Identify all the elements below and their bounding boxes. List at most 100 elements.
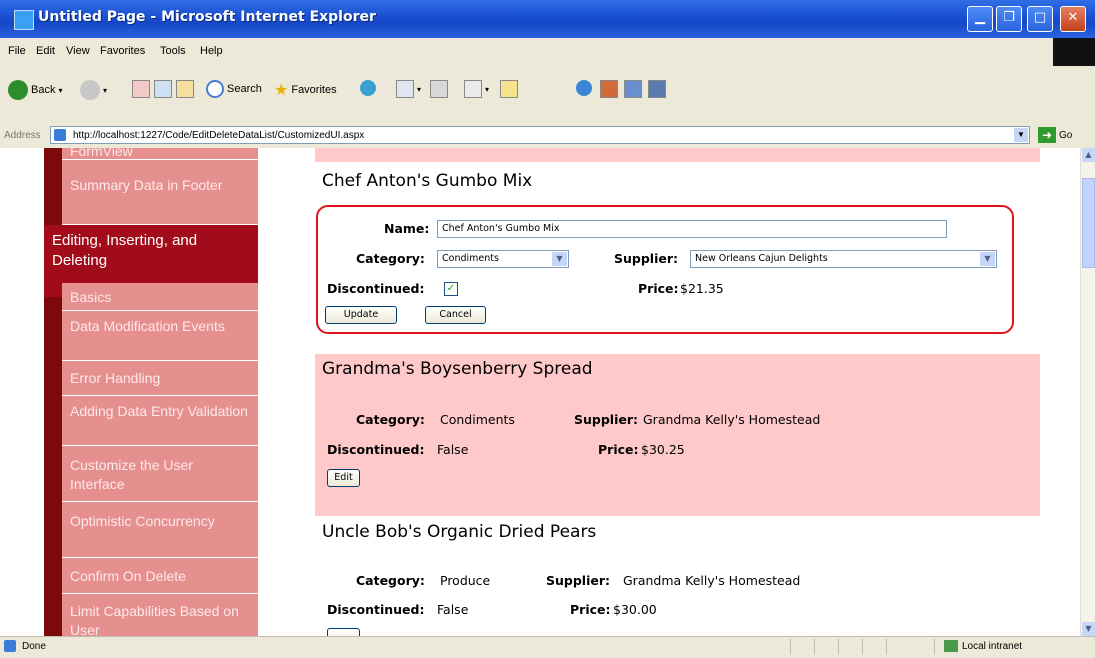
price-value: $21.35	[680, 281, 724, 296]
previous-item-band	[315, 148, 1040, 162]
menu-help[interactable]: Help	[200, 45, 223, 57]
discontinued-label: Discontinued:	[327, 281, 425, 296]
home-button[interactable]	[176, 80, 194, 98]
category-label: Category:	[356, 573, 425, 588]
chevron-down-icon: ▼	[552, 252, 567, 266]
research-icon	[600, 80, 618, 98]
category-label: Category:	[356, 412, 425, 427]
supplier-label: Supplier:	[546, 573, 611, 588]
chevron-down-icon: ▾	[485, 84, 490, 94]
print-button[interactable]	[430, 80, 448, 98]
status-divider	[814, 639, 815, 655]
chevron-down-icon: ▾	[103, 85, 108, 95]
tool-button[interactable]	[648, 80, 666, 98]
price-value: $30.25	[641, 442, 685, 457]
home-icon	[176, 80, 194, 98]
supplier-select[interactable]: New Orleans Cajun Delights ▼	[690, 250, 997, 268]
stop-button[interactable]	[132, 80, 150, 98]
status-divider	[886, 639, 887, 655]
menu-view[interactable]: View	[66, 45, 90, 57]
discontinued-value: False	[437, 442, 469, 457]
price-label: Price:	[570, 602, 611, 617]
sidebar-item-data-modification-events[interactable]: Data Modification Events	[62, 311, 258, 361]
sidebar-item-data-entry-validation[interactable]: Adding Data Entry Validation	[62, 396, 258, 446]
category-select[interactable]: Condiments ▼	[437, 250, 569, 268]
cancel-button[interactable]: Cancel	[425, 306, 486, 324]
favorites-label: Favorites	[291, 84, 337, 96]
discuss-icon	[624, 80, 642, 98]
status-bar: Done Local intranet	[0, 636, 1095, 658]
toolbar: Back ▾ ▾ Search ★ Favorites ▾ ▾	[0, 66, 1095, 125]
edit-button[interactable]: Edit	[327, 469, 360, 487]
back-button[interactable]: Back ▾	[8, 80, 62, 100]
research-button[interactable]	[600, 80, 618, 98]
name-input[interactable]: Chef Anton's Gumbo Mix	[437, 220, 947, 238]
scroll-up-icon[interactable]: ▲	[1082, 148, 1095, 162]
sidebar-item-optimistic-concurrency[interactable]: Optimistic Concurrency	[62, 502, 258, 558]
chevron-down-icon: ▾	[58, 85, 63, 95]
supplier-label: Supplier:	[574, 412, 639, 427]
close-button[interactable]: ✕	[1060, 6, 1086, 32]
address-url: http://localhost:1227/Code/EditDeleteDat…	[73, 130, 365, 141]
restore-button[interactable]: ❐	[996, 6, 1022, 32]
edit-page-button[interactable]: ▾	[464, 80, 489, 98]
discontinued-checkbox[interactable]: ✓	[444, 282, 458, 296]
sidebar-item-formview[interactable]: FormView	[62, 148, 258, 160]
forward-button[interactable]: ▾	[80, 80, 107, 100]
update-button[interactable]: Update	[325, 306, 397, 324]
supplier-value: Grandma Kelly's Homestead	[643, 412, 821, 427]
sidebar-item-basics[interactable]: Basics	[62, 283, 258, 311]
messenger-button[interactable]	[576, 80, 592, 96]
scroll-thumb[interactable]	[1082, 178, 1095, 268]
go-arrow-icon: ➜	[1038, 127, 1056, 143]
menu-tools[interactable]: Tools	[160, 45, 186, 57]
sidebar-item-error-handling[interactable]: Error Handling	[62, 361, 258, 396]
sidebar-item-customize-ui[interactable]: Customize the User Interface	[62, 446, 258, 502]
intranet-icon	[944, 640, 958, 652]
print-icon	[430, 80, 448, 98]
product-title: Chef Anton's Gumbo Mix	[322, 171, 533, 191]
chevron-down-icon: ▼	[980, 252, 995, 266]
vertical-scrollbar[interactable]: ▲ ▼	[1080, 148, 1095, 636]
folder-icon	[500, 80, 518, 98]
menu-file[interactable]: File	[8, 45, 26, 57]
search-button[interactable]: Search	[206, 80, 262, 98]
sidebar-item-limit-capabilities[interactable]: Limit Capabilities Based on User	[62, 594, 258, 636]
go-label: Go	[1059, 129, 1073, 141]
menu-favorites[interactable]: Favorites	[100, 45, 145, 57]
status-text: Done	[22, 641, 46, 652]
status-divider	[862, 639, 863, 655]
refresh-icon	[154, 80, 172, 98]
chevron-down-icon[interactable]: ▼	[1014, 128, 1028, 142]
discuss-button[interactable]	[624, 80, 642, 98]
sidebar-item-summary-data[interactable]: Summary Data in Footer	[62, 160, 258, 225]
price-label: Price:	[638, 281, 679, 296]
go-button[interactable]: ➜ Go	[1038, 127, 1072, 143]
page-icon	[54, 129, 66, 141]
folder-button[interactable]	[500, 80, 518, 98]
stop-icon	[132, 80, 150, 98]
address-input[interactable]: http://localhost:1227/Code/EditDeleteDat…	[50, 126, 1030, 144]
discontinued-label: Discontinued:	[327, 442, 425, 457]
mail-button[interactable]: ▾	[396, 80, 421, 98]
minimize-button[interactable]: ▁	[967, 6, 993, 32]
price-value: $30.00	[613, 602, 657, 617]
status-divider	[838, 639, 839, 655]
back-label: Back	[31, 84, 56, 96]
tool-icon	[648, 80, 666, 98]
history-button[interactable]	[360, 80, 376, 96]
refresh-button[interactable]	[154, 80, 172, 98]
mail-icon	[396, 80, 414, 98]
scroll-down-icon[interactable]: ▼	[1082, 622, 1095, 636]
sidebar-item-confirm-on-delete[interactable]: Confirm On Delete	[62, 558, 258, 594]
address-bar: Address http://localhost:1227/Code/EditD…	[0, 124, 1095, 149]
favorites-button[interactable]: ★ Favorites	[274, 80, 337, 100]
security-zone: Local intranet	[962, 641, 1023, 652]
edit-button[interactable]	[327, 628, 360, 636]
title-bar: Untitled Page - Microsoft Internet Explo…	[0, 0, 1095, 38]
menu-edit[interactable]: Edit	[36, 45, 55, 57]
discontinued-label: Discontinued:	[327, 602, 425, 617]
maximize-button[interactable]: □	[1027, 6, 1053, 32]
category-value: Produce	[440, 573, 491, 588]
search-icon	[206, 80, 224, 98]
